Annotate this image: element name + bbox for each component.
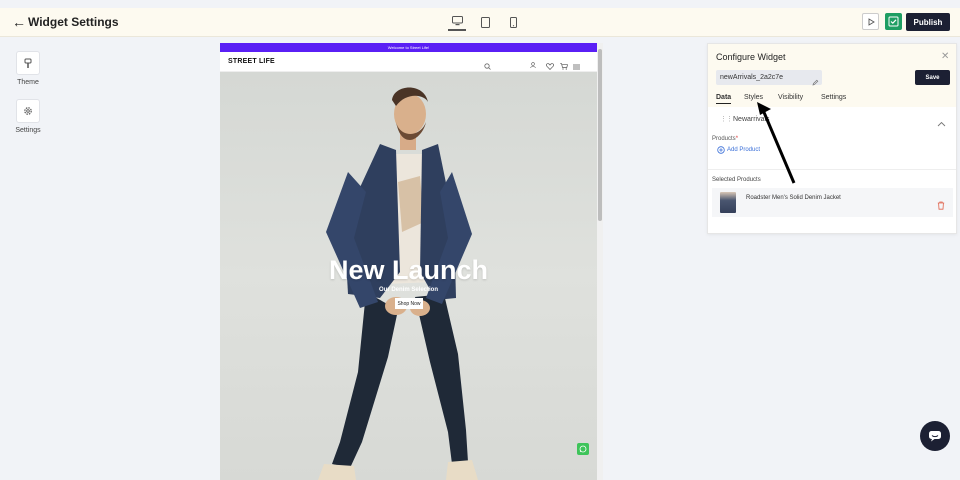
- page-title: Widget Settings: [28, 15, 119, 29]
- rail-theme-box: [16, 51, 40, 75]
- preview-scrollbar[interactable]: [597, 43, 603, 480]
- store-navbar: STREET LIFE Sign In: [220, 52, 597, 77]
- add-product-button[interactable]: Add Product: [717, 146, 760, 154]
- hero-banner[interactable]: New Launch Our Denim Selection Shop Now: [220, 72, 597, 480]
- shop-now-button[interactable]: Shop Now: [395, 298, 423, 309]
- product-thumbnail: [720, 192, 736, 213]
- rail-item-settings[interactable]: Settings: [8, 99, 48, 134]
- pencil-icon[interactable]: [812, 73, 819, 91]
- desktop-view-button[interactable]: [448, 13, 466, 31]
- panel-divider: [708, 169, 956, 170]
- publish-button[interactable]: Publish: [906, 13, 950, 31]
- configure-widget-panel: Configure Widget ✕ newArrivals_2a2c7e Sa…: [707, 43, 957, 234]
- tablet-view-button[interactable]: [476, 13, 494, 31]
- whatsapp-icon: [579, 445, 587, 453]
- close-icon[interactable]: ✕: [941, 51, 949, 62]
- product-name: Roadster Men's Solid Denim Jacket: [746, 195, 841, 201]
- back-arrow-icon[interactable]: ←: [12, 14, 26, 30]
- annotation-arrow-icon: [757, 102, 796, 184]
- plus-circle-icon: [717, 146, 725, 154]
- monitor-icon: [451, 16, 463, 26]
- whatsapp-button[interactable]: [577, 443, 589, 455]
- mobile-view-button[interactable]: [504, 13, 522, 31]
- paint-brush-icon: [24, 58, 32, 68]
- preview-button[interactable]: [862, 13, 879, 30]
- check-icon: [888, 16, 899, 27]
- selected-product-row[interactable]: Roadster Men's Solid Denim Jacket: [712, 188, 953, 217]
- panel-title: Configure Widget: [716, 52, 786, 62]
- trash-icon[interactable]: [937, 197, 945, 215]
- save-button[interactable]: Save: [915, 70, 950, 85]
- rail-settings-label: Settings: [15, 127, 41, 134]
- gear-icon: [24, 107, 32, 115]
- chat-support-button[interactable]: [920, 421, 950, 451]
- chat-icon: [929, 431, 941, 442]
- play-icon: [868, 17, 875, 26]
- selected-products-label: Selected Products: [712, 177, 761, 183]
- rail-settings-box: [16, 99, 40, 123]
- store-preview[interactable]: Welcome to Street Life! STREET LIFE Sign…: [220, 43, 603, 480]
- tab-settings[interactable]: Settings: [821, 94, 846, 101]
- products-label-text: Products: [712, 136, 736, 142]
- panel-header: Configure Widget ✕ newArrivals_2a2c7e Sa…: [708, 44, 956, 107]
- top-bar: ← Widget Settings Publish: [0, 8, 960, 37]
- hero-title: New Launch: [328, 255, 489, 285]
- announcement-bar: Welcome to Street Life!: [220, 43, 597, 52]
- widget-id-field[interactable]: newArrivals_2a2c7e: [716, 70, 822, 85]
- tab-data[interactable]: Data: [716, 94, 732, 104]
- rail-item-theme[interactable]: Theme: [8, 51, 48, 86]
- phone-icon: [509, 16, 517, 28]
- chevron-up-icon[interactable]: [937, 114, 946, 132]
- hero-subtitle: Our Denim Selection: [378, 287, 438, 293]
- tablet-icon: [480, 16, 490, 28]
- products-field-label: Products*: [712, 136, 739, 142]
- store-brand-logo[interactable]: STREET LIFE: [228, 58, 275, 65]
- save-draft-button[interactable]: [885, 13, 902, 30]
- drag-handle-icon[interactable]: ⋮⋮: [720, 115, 733, 123]
- rail-theme-label: Theme: [17, 79, 39, 86]
- preview-scroll-thumb[interactable]: [598, 49, 602, 221]
